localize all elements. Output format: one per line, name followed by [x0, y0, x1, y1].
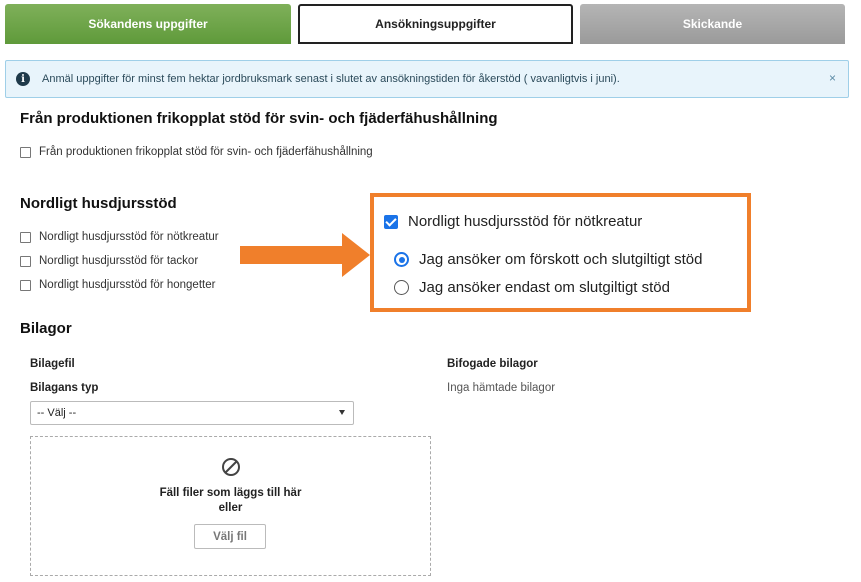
option-goats-checkbox[interactable]: [20, 279, 31, 291]
highlight-callout: Nordligt husdjursstöd för nötkreatur Jag…: [370, 193, 751, 312]
callout-cattle-checkbox[interactable]: [384, 214, 398, 229]
ban-icon: [222, 458, 240, 476]
pig-poultry-checkbox-label: Från produktionen frikopplat stöd för sv…: [39, 146, 373, 158]
pig-poultry-checkbox-row[interactable]: Från produktionen frikopplat stöd för sv…: [20, 146, 373, 158]
pig-poultry-heading: Från produktionen frikopplat stöd för sv…: [20, 110, 498, 127]
option-goats-label: Nordligt husdjursstöd för hongetter: [39, 279, 216, 291]
dropzone-text: Fäll filer som läggs till här: [159, 487, 302, 499]
alert-text: Anmäl uppgifter för minst fem hektar jor…: [42, 73, 620, 85]
attached-files-label: Bifogade bilagor: [447, 358, 538, 370]
chevron-down-icon: [339, 410, 345, 415]
attachment-file-label: Bilagefil: [30, 358, 75, 370]
info-alert: i Anmäl uppgifter för minst fem hektar j…: [5, 60, 849, 98]
radio-advance-row[interactable]: Jag ansöker om förskott och slutgiltigt …: [394, 251, 702, 268]
info-icon: i: [16, 72, 30, 86]
choose-file-button[interactable]: Välj fil: [194, 524, 266, 549]
attached-files-empty: Inga hämtade bilagor: [447, 382, 556, 394]
option-ewes-label: Nordligt husdjursstöd för tackor: [39, 255, 199, 267]
radio-advance-label: Jag ansöker om förskott och slutgiltigt …: [419, 251, 703, 268]
radio-advance[interactable]: [394, 252, 409, 267]
arrow-right-icon: [240, 233, 370, 277]
step-applicant-info[interactable]: Sökandens uppgifter: [5, 4, 291, 44]
option-ewes-checkbox[interactable]: [20, 255, 31, 267]
radio-final[interactable]: [394, 280, 409, 295]
attachment-type-value: -- Välj --: [37, 407, 77, 419]
step-sending[interactable]: Skickande: [580, 4, 845, 44]
callout-cattle-label: Nordligt husdjursstöd för nötkreatur: [408, 213, 643, 230]
northern-livestock-heading: Nordligt husdjursstöd: [20, 195, 177, 212]
option-cattle-label: Nordligt husdjursstöd för nötkreatur: [39, 231, 219, 243]
pig-poultry-checkbox[interactable]: [20, 146, 31, 158]
file-dropzone[interactable]: Fäll filer som läggs till här eller Välj…: [30, 436, 431, 576]
attachments-heading: Bilagor: [20, 320, 72, 337]
radio-final-row[interactable]: Jag ansöker endast om slutgiltigt stöd: [394, 279, 670, 296]
option-ewes-row[interactable]: Nordligt husdjursstöd för tackor: [20, 255, 198, 267]
dropzone-or: eller: [218, 502, 243, 514]
option-cattle-checkbox[interactable]: [20, 231, 31, 243]
callout-cattle-row[interactable]: Nordligt husdjursstöd för nötkreatur: [384, 213, 642, 230]
attachment-type-label: Bilagans typ: [30, 382, 99, 394]
radio-final-label: Jag ansöker endast om slutgiltigt stöd: [419, 279, 670, 296]
option-goats-row[interactable]: Nordligt husdjursstöd för hongetter: [20, 279, 215, 291]
option-cattle-row[interactable]: Nordligt husdjursstöd för nötkreatur: [20, 231, 219, 243]
step-navigation: Sökandens uppgifter Ansökningsuppgifter …: [5, 4, 845, 44]
step-application-info[interactable]: Ansökningsuppgifter: [298, 4, 573, 44]
close-icon[interactable]: ×: [829, 71, 836, 85]
attachment-type-select[interactable]: -- Välj --: [30, 401, 354, 425]
